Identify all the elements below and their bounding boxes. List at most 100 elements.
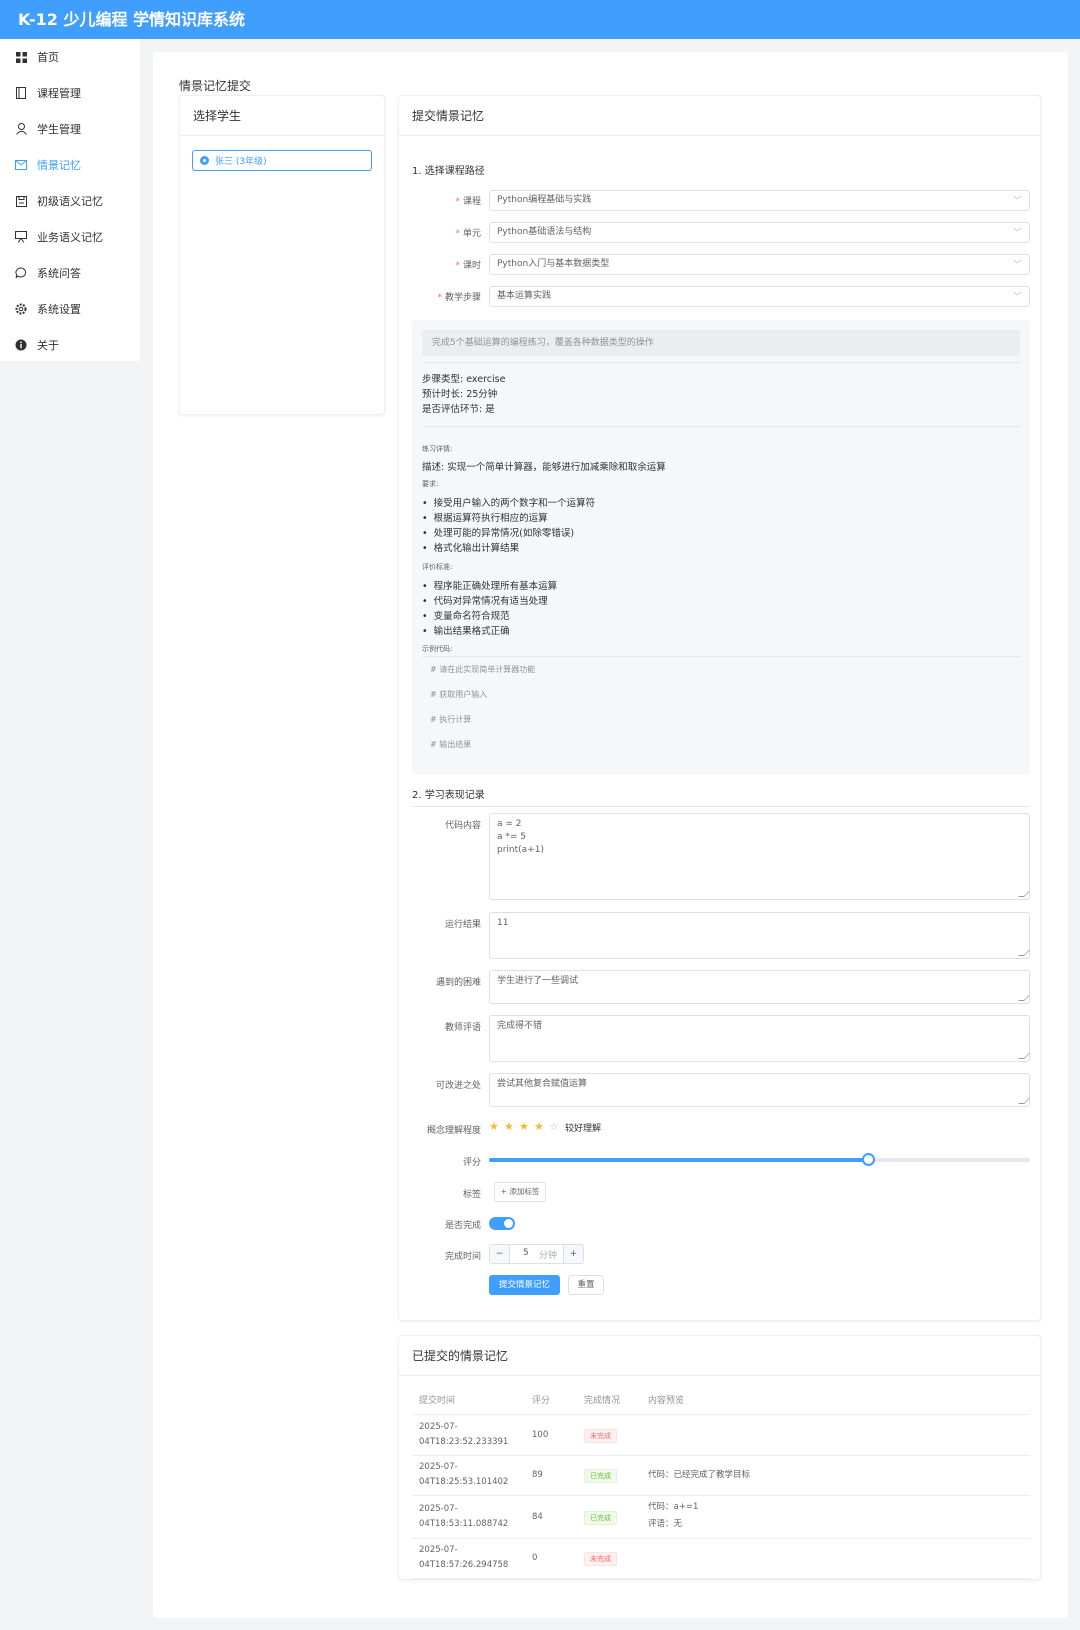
sidebar-item-episodic-memory[interactable]: 情景记忆 — [0, 147, 140, 183]
resize-handle-icon[interactable] — [1018, 1053, 1030, 1059]
chat-icon — [15, 267, 27, 279]
understanding-rate[interactable]: ★ ★ ★ ★ ☆ 较好理解 — [489, 1120, 609, 1136]
time-cell: 2025-07- 04T18:53:11.088742 — [419, 1504, 509, 1529]
score-cell: 0 — [532, 1553, 538, 1563]
sample-code-label: 示例代码: — [422, 645, 453, 653]
improvement-textarea[interactable]: 尝试其他复合赋值运算 — [489, 1073, 1030, 1107]
preview-cell: 代码：a+=1 评语：无 — [648, 1502, 699, 1529]
requirements-label: 要求: — [422, 480, 439, 488]
minus-button[interactable]: − — [490, 1245, 510, 1263]
resize-handle-icon[interactable] — [1018, 995, 1030, 1001]
divider — [422, 656, 1020, 657]
slider-handle[interactable] — [861, 1153, 875, 1166]
col-time: 提交时间 — [419, 1396, 456, 1406]
course-select[interactable]: Python编程基础与实践 ﹀ — [489, 190, 1030, 211]
app-title: K-12 少儿编程 学情知识库系统 — [0, 0, 1080, 39]
run-result-textarea[interactable]: 11 — [489, 912, 1030, 959]
score-slider[interactable] — [489, 1153, 1030, 1166]
score-cell: 89 — [532, 1470, 543, 1480]
criteria-item: 代码对异常情况有适当处理 — [422, 593, 548, 607]
section-course-path: 1. 选择课程路径 — [412, 166, 485, 177]
presentation-icon — [15, 231, 27, 243]
requirement-item: 处理可能的异常情况(如除零错误) — [422, 525, 574, 539]
sidebar-item-basic-semantic[interactable]: 初级语义记忆 — [0, 183, 140, 219]
student-select-card: 选择学生 张三 (3年级) — [179, 95, 385, 415]
plus-button[interactable]: + — [563, 1245, 583, 1263]
completion-time-value[interactable]: 5 — [523, 1248, 529, 1258]
status-badge: 未完成 — [584, 1552, 617, 1566]
sidebar-item-label: 情景记忆 — [37, 159, 81, 172]
chevron-down-icon: ﹀ — [1013, 292, 1021, 301]
code-line: # 输出结果 — [430, 740, 472, 749]
col-score: 评分 — [532, 1396, 551, 1406]
completed-switch[interactable] — [489, 1217, 515, 1230]
step-assessment: 是否评估环节: 是 — [422, 404, 495, 415]
unit-select[interactable]: Python基础语法与结构 ﹀ — [489, 222, 1030, 243]
time-cell: 2025-07- 04T18:57:26.294758 — [419, 1545, 509, 1570]
page-title: 情景记忆提交 — [179, 79, 252, 93]
teacher-comment-textarea[interactable]: 完成得不错 — [489, 1015, 1030, 1062]
chevron-down-icon: ﹀ — [1013, 260, 1021, 269]
requirement-item: 接受用户输入的两个数字和一个运算符 — [422, 495, 596, 509]
sidebar-item-about[interactable]: 关于 — [0, 327, 140, 363]
student-card-title: 选择学生 — [180, 96, 384, 136]
submit-button[interactable]: 提交情景记忆 — [489, 1275, 560, 1295]
resize-handle-icon[interactable] — [1018, 891, 1030, 897]
criteria-item: 变量命名符合规范 — [422, 608, 510, 622]
step-label: * 教学步骤 — [437, 293, 481, 303]
student-option[interactable]: 张三 (3年级) — [192, 150, 372, 171]
sidebar-item-settings[interactable]: 系统设置 — [0, 291, 140, 327]
table-row: 2025-07- 04T18:25:53.101402 89 已完成 代码：已经完… — [412, 1456, 1030, 1496]
sidebar-item-business-semantic[interactable]: 业务语义记忆 — [0, 219, 140, 255]
star-icon[interactable]: ☆ — [549, 1120, 559, 1133]
resize-handle-icon[interactable] — [1018, 950, 1030, 956]
sidebar-item-qa[interactable]: 系统问答 — [0, 255, 140, 291]
completed-label: 是否完成 — [444, 1221, 481, 1231]
star-icon[interactable]: ★ — [504, 1120, 514, 1133]
code-line: # 请在此实现简单计算器功能 — [430, 665, 536, 674]
requirement-item: 格式化输出计算结果 — [422, 540, 520, 554]
sidebar-item-courses[interactable]: 课程管理 — [0, 75, 140, 111]
completion-time-label: 完成时间 — [444, 1252, 481, 1262]
divider — [412, 806, 1030, 807]
star-icon[interactable]: ★ — [519, 1120, 529, 1133]
difficulty-textarea[interactable]: 学生进行了一些调试 — [489, 970, 1030, 1004]
star-icon[interactable]: ★ — [534, 1120, 544, 1133]
understanding-text: 较好理解 — [565, 1124, 602, 1134]
sidebar-item-label: 业务语义记忆 — [37, 231, 103, 244]
completion-time-stepper[interactable]: − 5 分钟 + — [489, 1244, 584, 1264]
status-badge: 未完成 — [584, 1429, 617, 1443]
sidebar-item-label: 首页 — [37, 51, 59, 64]
col-status: 完成情况 — [584, 1396, 621, 1406]
table-row: 2025-07- 04T18:57:26.294758 0 未完成 — [412, 1539, 1030, 1579]
criteria-item: 程序能正确处理所有基本运算 — [422, 578, 558, 592]
records-title: 已提交的情景记忆 — [399, 1336, 1040, 1376]
add-tag-button[interactable]: + 添加标签 — [494, 1182, 546, 1202]
col-preview: 内容预览 — [648, 1396, 685, 1406]
exercise-description: 描述: 实现一个简单计算器，能够进行加减乘除和取余运算 — [422, 462, 666, 473]
step-select[interactable]: 基本运算实践 ﹀ — [489, 286, 1030, 307]
unit-label: * 单元 — [455, 229, 481, 239]
resize-handle-icon[interactable] — [1018, 1098, 1030, 1104]
sidebar-item-students[interactable]: 学生管理 — [0, 111, 140, 147]
code-line: # 执行计算 — [430, 715, 472, 724]
grid-icon — [15, 51, 27, 63]
sidebar-item-label: 系统设置 — [37, 303, 81, 316]
reset-button[interactable]: 重置 — [568, 1275, 604, 1295]
sidebar-item-label: 学生管理 — [37, 123, 81, 136]
student-label: 张三 (3年级) — [215, 157, 267, 167]
course-label: * 课程 — [455, 197, 481, 207]
star-icon[interactable]: ★ — [489, 1120, 499, 1133]
code-content-textarea[interactable]: a = 2 a *= 5 print(a+1) — [489, 813, 1030, 900]
requirement-item: 根据运算符执行相应的运算 — [422, 510, 548, 524]
teacher-comment-label: 教师评语 — [444, 1023, 481, 1033]
radio-selected-icon — [200, 156, 209, 165]
improvement-label: 可改进之处 — [435, 1081, 481, 1091]
lesson-select[interactable]: Python入门与基本数据类型 ﹀ — [489, 254, 1030, 275]
score-cell: 100 — [532, 1430, 549, 1440]
sidebar-item-label: 关于 — [37, 339, 59, 352]
chevron-down-icon: ﹀ — [1013, 228, 1021, 237]
sidebar-item-home[interactable]: 首页 — [0, 39, 140, 75]
form-card-title: 提交情景记忆 — [399, 96, 1040, 136]
criteria-item: 输出结果格式正确 — [422, 623, 510, 637]
